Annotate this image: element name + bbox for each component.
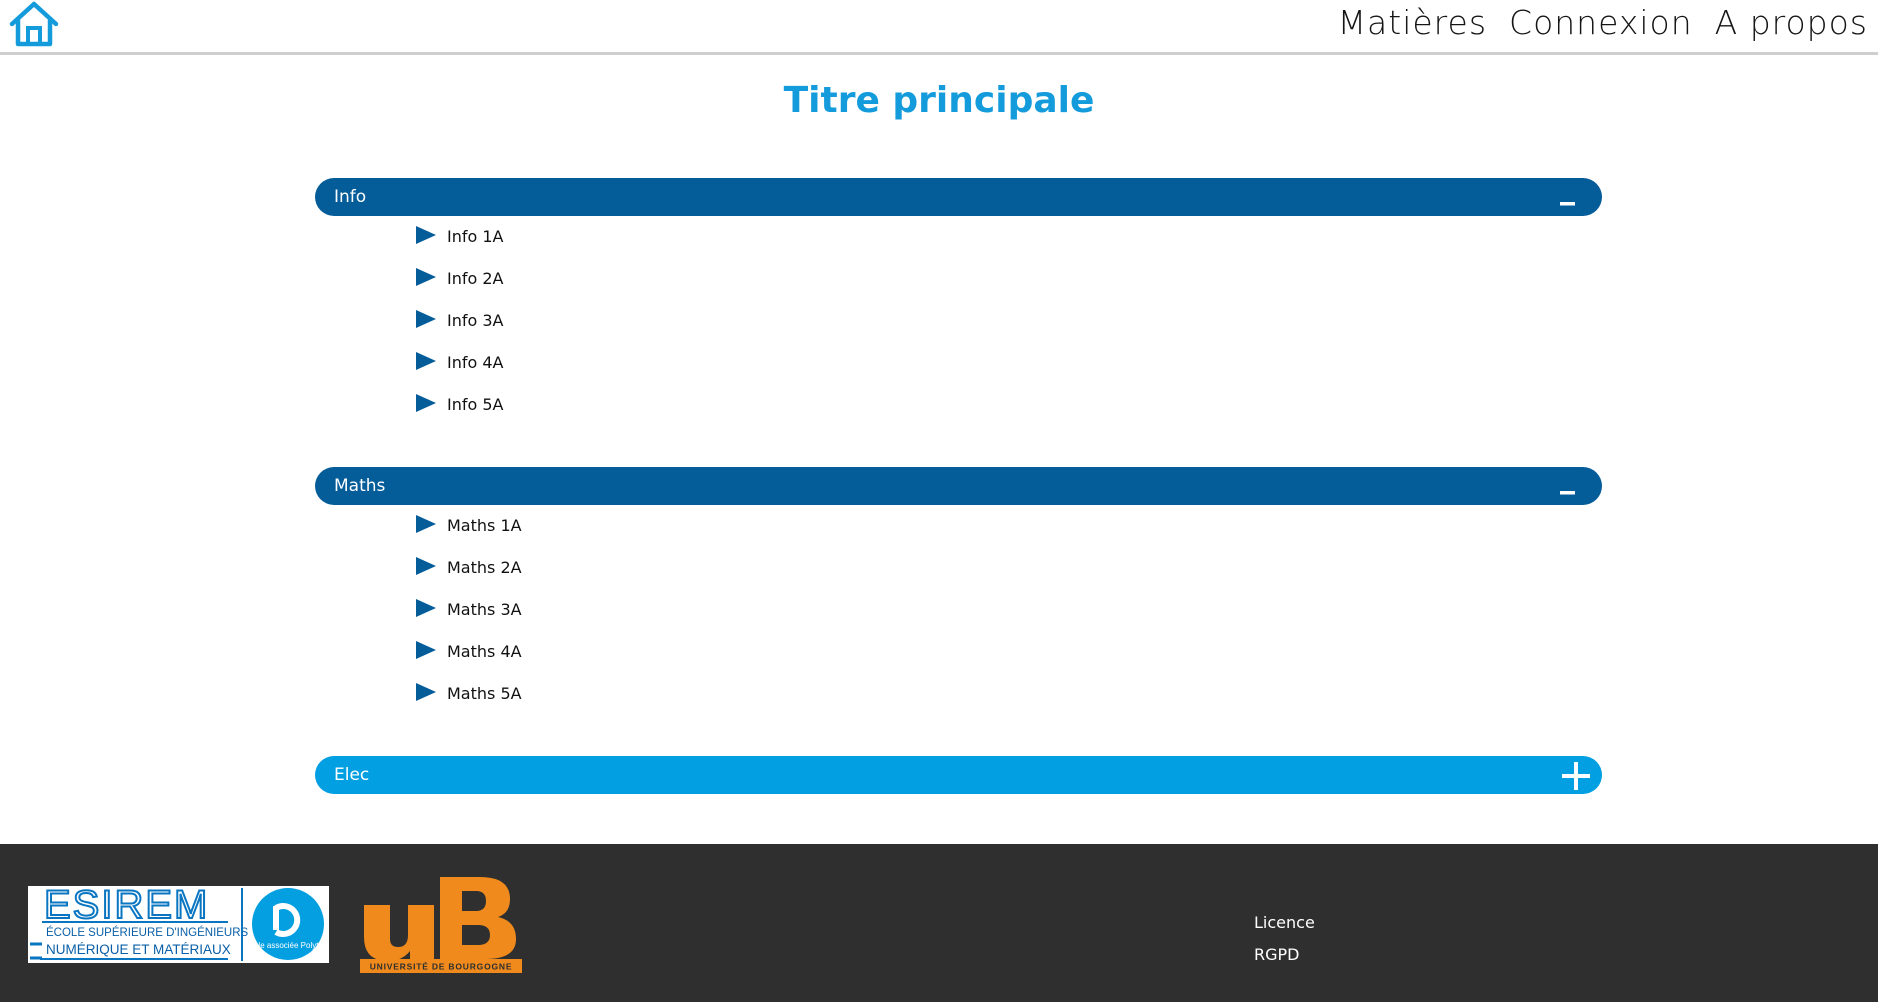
- list-item-label: Maths 5A: [447, 684, 522, 703]
- top-navbar: Matières Connexion A propos: [0, 0, 1878, 55]
- footer-link-rgpd[interactable]: RGPD: [1254, 939, 1315, 971]
- footer-link-licence[interactable]: Licence: [1254, 907, 1315, 939]
- play-triangle-icon: [416, 515, 436, 533]
- list-item-label: Maths 3A: [447, 600, 522, 619]
- accordion-header-maths[interactable]: Maths: [315, 467, 1602, 505]
- list-item[interactable]: Info 2A: [315, 258, 1602, 300]
- play-triangle-icon: [416, 352, 436, 370]
- accordion-list-info: Info 1A Info 2A Info 3A Info 4A Info 5A: [315, 216, 1602, 426]
- play-triangle-icon: [416, 268, 436, 286]
- minus-icon[interactable]: [1552, 178, 1582, 216]
- play-triangle-icon: [416, 310, 436, 328]
- accordion-header-label: Maths: [334, 476, 386, 496]
- list-item-label: Info 3A: [447, 311, 504, 330]
- minus-icon[interactable]: [1552, 467, 1582, 505]
- list-item-label: Maths 1A: [447, 516, 522, 535]
- play-triangle-icon: [416, 641, 436, 659]
- list-item-label: Info 2A: [447, 269, 504, 288]
- esirem-logo[interactable]: ESIREM ÉCOLE SUPÉRIEURE D'INGÉNIEURS NUM…: [28, 886, 329, 963]
- footer: ESIREM ÉCOLE SUPÉRIEURE D'INGÉNIEURS NUM…: [0, 844, 1878, 1002]
- accordion-header-elec[interactable]: Elec: [315, 756, 1602, 794]
- plus-icon[interactable]: [1560, 756, 1590, 794]
- polytech-badge-text: École associée Polytech: [245, 941, 329, 950]
- nav-link-matieres[interactable]: Matières: [1338, 3, 1487, 42]
- footer-links: Licence RGPD: [1254, 907, 1315, 971]
- play-triangle-icon: [416, 683, 436, 701]
- accordion-section-elec: Elec: [315, 756, 1602, 794]
- accordion-list-maths: Maths 1A Maths 2A Maths 3A Maths 4A Math…: [315, 505, 1602, 715]
- list-item[interactable]: Info 1A: [315, 216, 1602, 258]
- accordion-section-info: Info Info 1A Info 2A Info 3A Info 4A Inf…: [315, 178, 1602, 426]
- play-triangle-icon: [416, 557, 436, 575]
- list-item[interactable]: Maths 4A: [315, 631, 1602, 673]
- list-item-label: Maths 2A: [447, 558, 522, 577]
- ub-caption: UNIVERSITÉ DE BOURGOGNE: [370, 962, 513, 972]
- list-item-label: Info 1A: [447, 227, 504, 246]
- list-item-label: Info 5A: [447, 395, 504, 414]
- esirem-wordmark: ESIREM: [44, 886, 209, 927]
- page-title: Titre principale: [783, 80, 1095, 121]
- list-item-label: Maths 4A: [447, 642, 522, 661]
- ub-logo[interactable]: UNIVERSITÉ DE BOURGOGNE: [360, 875, 522, 973]
- play-triangle-icon: [416, 226, 436, 244]
- esirem-tagline-1: ÉCOLE SUPÉRIEURE D'INGÉNIEURS: [46, 926, 249, 939]
- list-item[interactable]: Info 3A: [315, 300, 1602, 342]
- home-icon[interactable]: [8, 0, 60, 48]
- list-item[interactable]: Maths 3A: [315, 589, 1602, 631]
- nav-link-a-propos[interactable]: A propos: [1715, 3, 1868, 42]
- list-item[interactable]: Maths 5A: [315, 673, 1602, 715]
- list-item[interactable]: Info 5A: [315, 384, 1602, 426]
- list-item-label: Info 4A: [447, 353, 504, 372]
- list-item[interactable]: Maths 1A: [315, 505, 1602, 547]
- esirem-tagline-2: NUMÉRIQUE ET MATÉRIAUX: [46, 942, 231, 957]
- accordion-section-maths: Maths Maths 1A Maths 2A Maths 3A Maths 4…: [315, 467, 1602, 715]
- accordion-header-label: Info: [334, 187, 367, 207]
- main-nav: Matières Connexion A propos: [1338, 3, 1868, 42]
- list-item[interactable]: Info 4A: [315, 342, 1602, 384]
- nav-link-connexion[interactable]: Connexion: [1509, 3, 1693, 42]
- accordion-header-info[interactable]: Info: [315, 178, 1602, 216]
- play-triangle-icon: [416, 599, 436, 617]
- play-triangle-icon: [416, 394, 436, 412]
- accordion-header-label: Elec: [334, 765, 370, 785]
- list-item[interactable]: Maths 2A: [315, 547, 1602, 589]
